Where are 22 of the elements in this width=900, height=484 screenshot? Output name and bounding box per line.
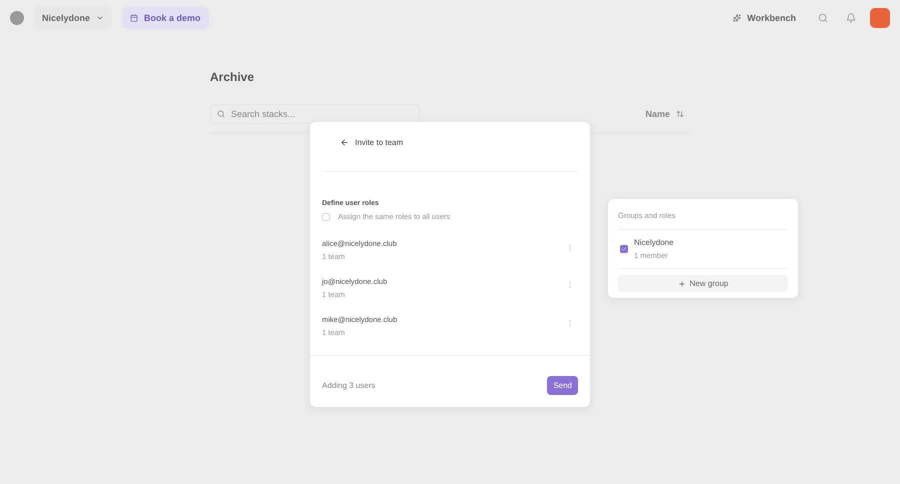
send-button[interactable]: Send	[547, 376, 578, 395]
search-icon	[217, 110, 225, 118]
sort-icon	[676, 110, 684, 118]
page-title: Archive	[210, 70, 256, 84]
new-group-button[interactable]: New group	[618, 275, 788, 292]
logo-icon	[10, 11, 24, 25]
search-icon	[818, 13, 828, 23]
plus-icon	[678, 280, 686, 288]
arrow-left-icon	[340, 138, 349, 147]
sort-button[interactable]: Name	[639, 108, 690, 120]
avatar[interactable]	[870, 8, 890, 28]
workspace-button[interactable]: Nicelydone	[34, 7, 112, 29]
group-name: Nicelydone	[634, 238, 674, 247]
sparkle-icon	[733, 14, 742, 22]
back-button[interactable]: Invite to team	[340, 138, 404, 147]
calendar-icon	[130, 14, 138, 22]
checkbox[interactable]	[620, 245, 628, 253]
book-demo-button[interactable]: Book a demo	[122, 7, 209, 29]
workbench-button[interactable]: Workbench	[725, 7, 804, 29]
footer-text: Adding 3 users	[322, 381, 376, 390]
chevron-icon	[96, 14, 104, 22]
bell-icon	[846, 13, 856, 23]
